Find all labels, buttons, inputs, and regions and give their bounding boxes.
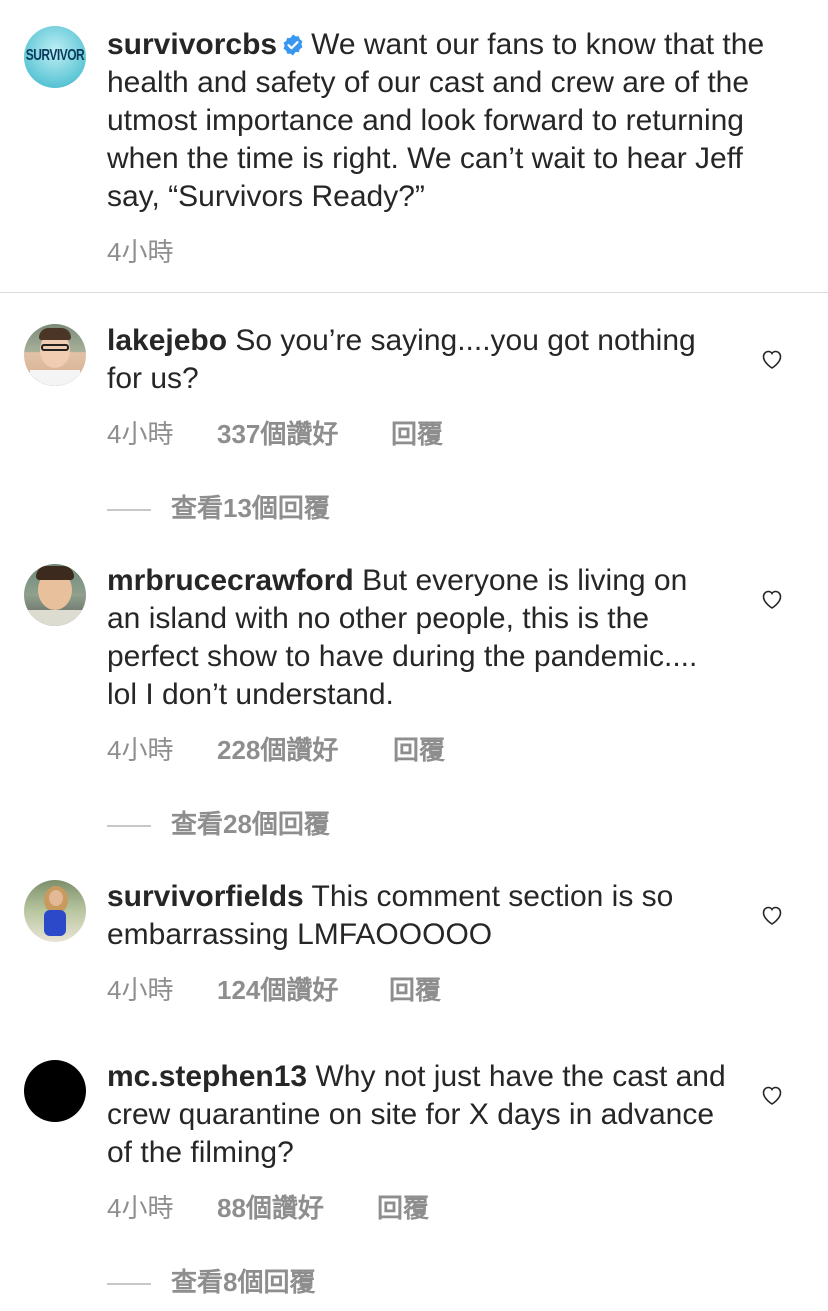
- heart-icon[interactable]: [760, 587, 784, 611]
- reply-button[interactable]: 回覆: [393, 730, 445, 767]
- comment-text: survivorfields This comment section is s…: [107, 878, 727, 954]
- comment-time: 4小時: [107, 975, 174, 1005]
- comment-time: 4小時: [107, 1193, 174, 1223]
- reply-button[interactable]: 回覆: [377, 1188, 429, 1225]
- view-replies[interactable]: 查看28個回覆: [107, 804, 330, 841]
- comment-likes[interactable]: 124個讚好: [217, 970, 389, 1007]
- mrbrucecrawford-avatar[interactable]: [24, 564, 86, 626]
- avatar-face: [49, 890, 63, 906]
- view-replies-label: 查看28個回覆: [171, 809, 330, 839]
- comment-time: 4小時: [107, 419, 174, 449]
- reply-button[interactable]: 回覆: [389, 970, 441, 1007]
- post-caption: SURVIVOR survivorcbs We want our fans to …: [0, 0, 828, 292]
- comment-meta: 4小時 88個讚好 回覆: [107, 1188, 429, 1225]
- post-time: 4小時: [107, 237, 174, 267]
- comment-username[interactable]: mrbrucecrawford: [107, 564, 354, 597]
- comment-likes[interactable]: 228個讚好: [217, 730, 393, 767]
- caption-divider: [0, 292, 828, 293]
- post-meta: 4小時: [107, 232, 173, 269]
- comment-time: 4小時: [107, 735, 174, 765]
- comment-likes[interactable]: 88個讚好: [217, 1188, 377, 1225]
- view-replies[interactable]: 查看13個回覆: [107, 488, 330, 525]
- comment-meta: 4小時 337個讚好 回覆: [107, 414, 443, 451]
- heart-icon[interactable]: [760, 347, 784, 371]
- post-username[interactable]: survivorcbs: [107, 28, 277, 61]
- view-replies-label: 查看8個回覆: [171, 1267, 316, 1297]
- survivor-logo: SURVIVOR: [25, 45, 85, 65]
- lakejebo-avatar[interactable]: [24, 324, 86, 386]
- comment-text: mc.stephen13 Why not just have the cast …: [107, 1058, 727, 1172]
- reply-button[interactable]: 回覆: [391, 414, 443, 451]
- view-replies-label: 查看13個回覆: [171, 493, 330, 523]
- comment-meta: 4小時 124個讚好 回覆: [107, 970, 441, 1007]
- view-replies-line: [107, 509, 151, 512]
- comment-username[interactable]: lakejebo: [107, 324, 227, 357]
- avatar-hair: [36, 566, 74, 580]
- view-replies-line: [107, 825, 151, 828]
- comment-likes[interactable]: 337個讚好: [217, 414, 391, 451]
- view-replies[interactable]: 查看8個回覆: [107, 1262, 315, 1299]
- comment-meta: 4小時 228個讚好 回覆: [107, 730, 445, 767]
- comment-username[interactable]: mc.stephen13: [107, 1060, 307, 1093]
- heart-icon[interactable]: [760, 1083, 784, 1107]
- heart-icon[interactable]: [760, 903, 784, 927]
- comment-username[interactable]: survivorfields: [107, 880, 304, 913]
- post-caption-text: survivorcbs We want our fans to know that…: [107, 26, 787, 216]
- avatar-glasses: [41, 344, 69, 351]
- avatar-hair: [39, 328, 71, 340]
- survivorfields-avatar[interactable]: [24, 880, 86, 942]
- avatar-shirt: [30, 370, 80, 386]
- mc-stephen13-avatar[interactable]: [24, 1060, 86, 1122]
- view-replies-line: [107, 1283, 151, 1286]
- avatar-swimsuit: [44, 910, 66, 936]
- survivorcbs-avatar[interactable]: SURVIVOR: [24, 26, 86, 88]
- comment-text: lakejebo So you’re saying....you got not…: [107, 322, 727, 398]
- avatar-shirt: [28, 610, 82, 626]
- comment-text: mrbrucecrawford But everyone is living o…: [107, 562, 727, 714]
- verified-badge-icon: [283, 34, 303, 56]
